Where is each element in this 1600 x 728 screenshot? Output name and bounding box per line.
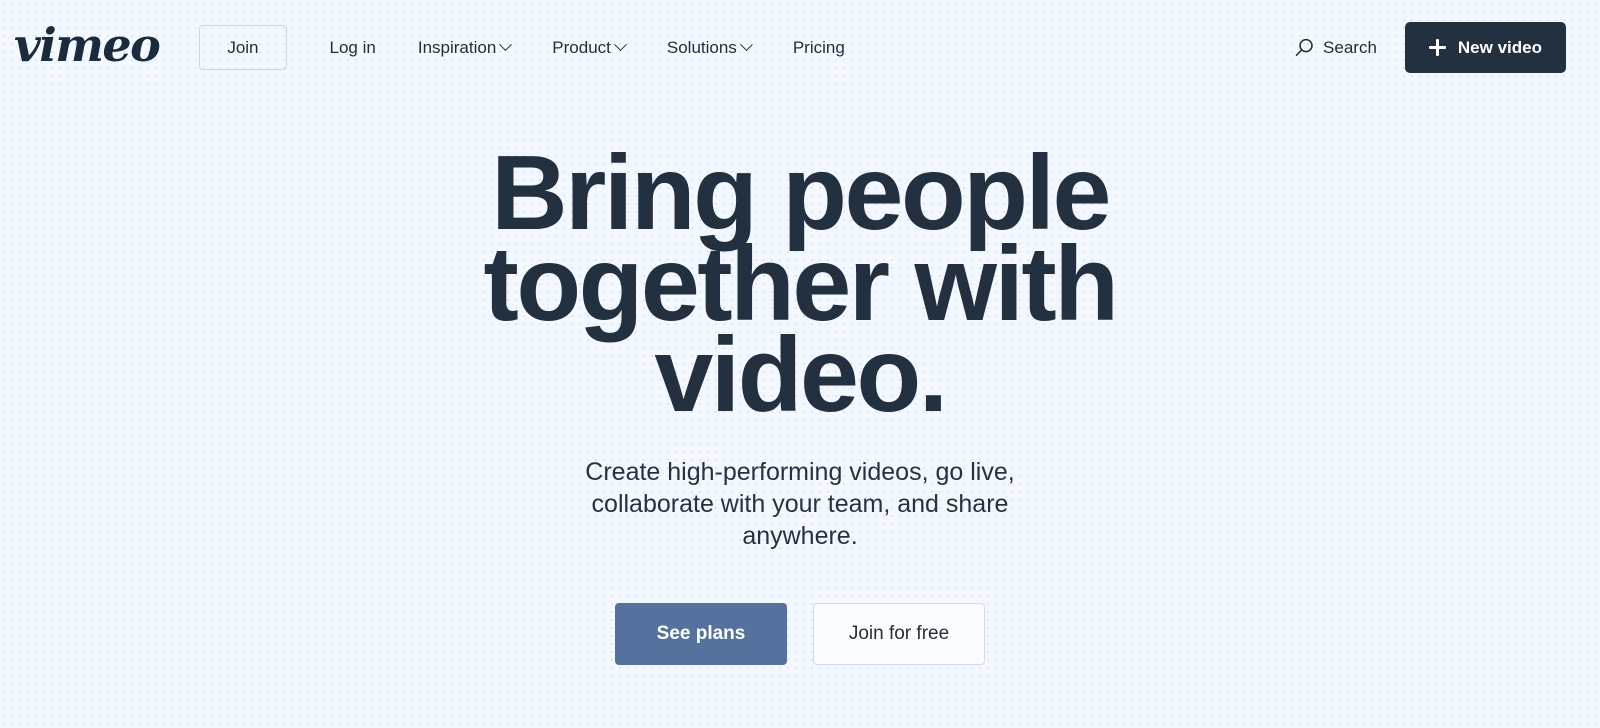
- login-link[interactable]: Log in: [309, 29, 397, 66]
- hero-section: Bring people together with video. Create…: [0, 95, 1600, 666]
- header-actions: Search New video: [1295, 22, 1566, 73]
- nav-item-label: Inspiration: [417, 38, 497, 57]
- see-plans-button[interactable]: See plans: [615, 603, 787, 666]
- nav-item-product[interactable]: Product: [531, 29, 646, 66]
- chevron-down-icon: [739, 38, 753, 52]
- nav-item-label: Solutions: [666, 38, 737, 57]
- vimeo-logo[interactable]: vimeo: [14, 22, 161, 68]
- hero-cta-group: See plans Join for free: [0, 603, 1600, 666]
- page-title: Bring people together with video.: [450, 140, 1150, 428]
- nav-item-label: Pricing: [792, 38, 845, 57]
- nav-item-label: Product: [552, 38, 611, 57]
- join-for-free-button[interactable]: Join for free: [813, 603, 985, 666]
- search-button[interactable]: Search: [1295, 38, 1377, 58]
- site-header: vimeo Join Log in Inspiration Product So…: [0, 0, 1600, 95]
- nav-item-solutions[interactable]: Solutions: [646, 29, 772, 66]
- hero-subheading: Create high-performing videos, go live, …: [585, 458, 1015, 551]
- new-video-button[interactable]: New video: [1404, 22, 1566, 73]
- chevron-down-icon: [499, 38, 513, 52]
- search-icon: [1295, 38, 1313, 56]
- headline-line-3: video.: [654, 316, 948, 435]
- primary-navigation: Join Log in Inspiration Product Solution…: [199, 25, 865, 70]
- search-label: Search: [1323, 37, 1377, 57]
- plus-icon: [1428, 39, 1446, 56]
- new-video-label: New video: [1457, 37, 1542, 57]
- nav-item-pricing[interactable]: Pricing: [772, 29, 866, 66]
- join-button[interactable]: Join: [199, 25, 287, 70]
- nav-item-inspiration[interactable]: Inspiration: [397, 29, 531, 66]
- chevron-down-icon: [614, 38, 627, 52]
